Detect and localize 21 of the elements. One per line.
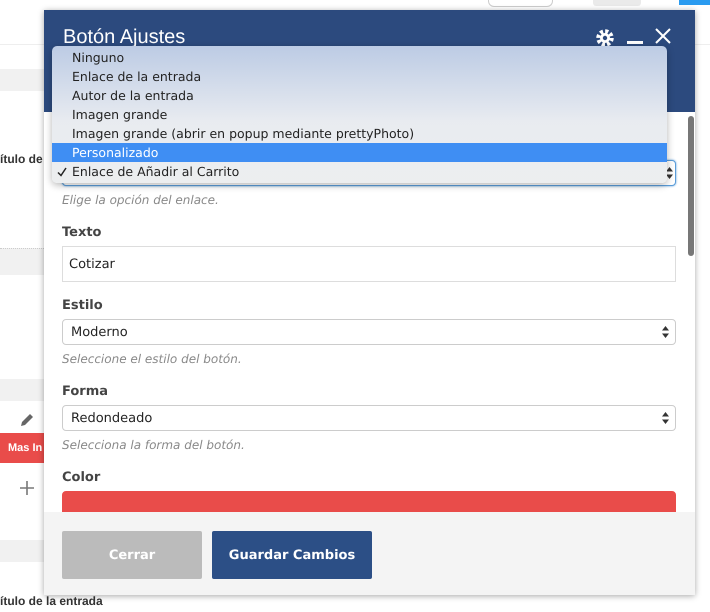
more-button[interactable]: Mas In <box>0 433 44 463</box>
help-text: Selecciona la forma del botón. <box>62 438 246 452</box>
menu-item[interactable]: Imagen grande (abrir en popup mediante prettyPhoto) <box>52 124 667 143</box>
field-label: Color <box>62 470 102 485</box>
row-label: ítulo de la entrada <box>0 594 103 608</box>
help-text: Elige la opción del enlace. <box>62 193 220 207</box>
field-label: Forma <box>62 384 110 399</box>
select-field[interactable]: Moderno <box>62 319 676 345</box>
menu-item[interactable]: Enlace de Añadir al Carrito <box>52 162 667 181</box>
row-label: ítulo de <box>0 152 43 166</box>
menu-item[interactable]: Ninguno <box>52 48 667 67</box>
save-button[interactable]: Guardar Cambios <box>212 531 372 579</box>
menu-item[interactable]: Enlace de la entrada <box>52 67 667 86</box>
field-label: Texto <box>62 225 102 240</box>
menu-item[interactable]: Autor de la entrada <box>52 86 667 105</box>
text-field[interactable]: Cotizar <box>62 246 676 282</box>
menu-item[interactable]: Imagen grande <box>52 105 667 124</box>
dialog-title: Botón Ajustes <box>63 26 186 49</box>
field-label: Estilo <box>62 298 104 313</box>
help-text: Seleccione el estilo del botón. <box>62 352 243 366</box>
select-field[interactable]: Redondeado <box>62 405 676 431</box>
